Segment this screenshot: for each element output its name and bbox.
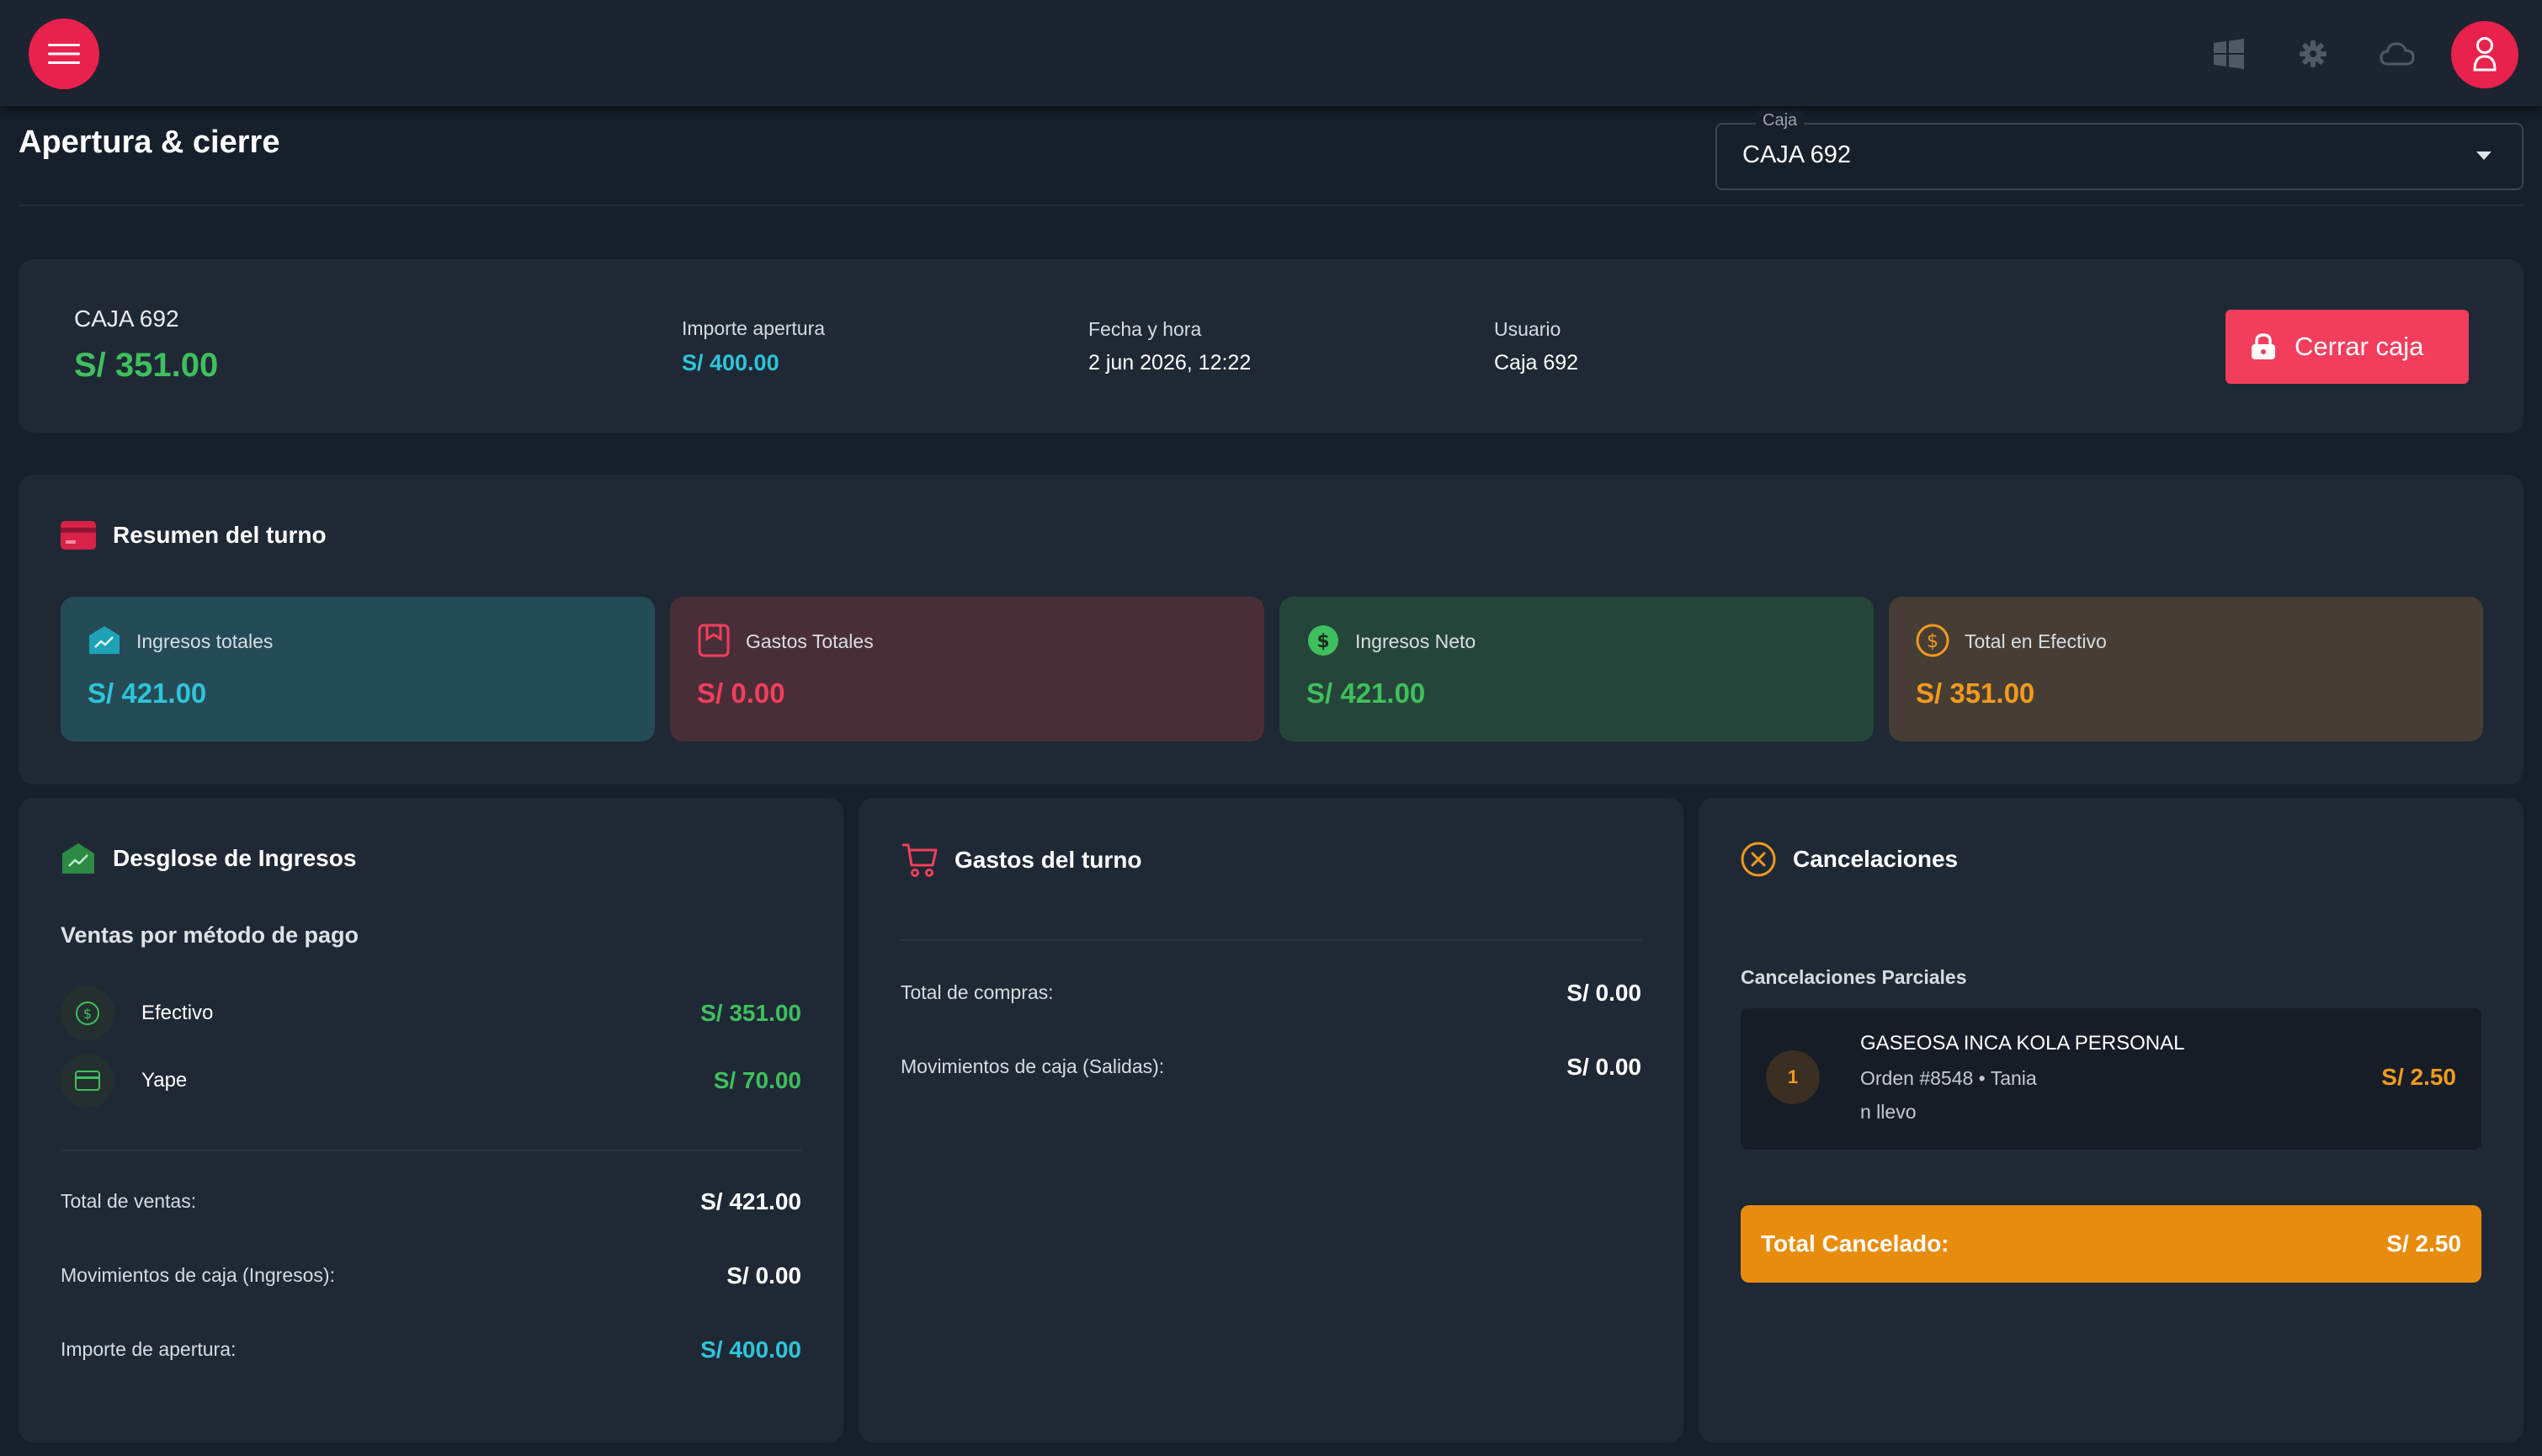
lock-icon xyxy=(2249,332,2278,361)
svg-text:$: $ xyxy=(1316,631,1329,652)
total-cancelado-value: S/ 2.50 xyxy=(2386,1230,2461,1257)
total-ventas-label: Total de ventas: xyxy=(61,1190,197,1212)
item-amount: S/ 2.50 xyxy=(2381,1064,2456,1090)
stat-label: Ingresos Neto xyxy=(1355,630,1476,652)
cancelaciones-header: Cancelaciones xyxy=(1741,842,1958,877)
svg-text:$: $ xyxy=(1927,631,1938,652)
stat-value: S/ 421.00 xyxy=(1306,678,1426,709)
stat-value: S/ 421.00 xyxy=(88,678,207,709)
fecha-value: 2 jun 2026, 12:22 xyxy=(1088,351,1252,375)
windows-icon[interactable] xyxy=(2209,34,2249,74)
card-icon xyxy=(75,1071,100,1091)
ventas-subtitle: Ventas por método de pago xyxy=(61,922,359,948)
caja-name: CAJA 692 xyxy=(74,306,179,332)
qty-badge: 1 xyxy=(1766,1050,1820,1104)
menu-icon xyxy=(48,44,80,64)
divider xyxy=(61,1150,801,1151)
movimientos-ingresos-label: Movimientos de caja (Ingresos): xyxy=(61,1264,335,1286)
method-name: Efectivo xyxy=(141,1002,214,1024)
dollar-circle-outline-icon: $ xyxy=(1914,622,1951,659)
settings-icon[interactable] xyxy=(2293,34,2333,74)
item-note: n llevo xyxy=(1860,1101,1917,1123)
stat-ingresos-neto: $ Ingresos Neto S/ 421.00 xyxy=(1279,597,1874,741)
gastos-header: Gastos del turno xyxy=(901,842,1141,879)
top-bar xyxy=(0,0,2542,108)
stat-label: Gastos Totales xyxy=(746,630,874,652)
stat-value: S/ 0.00 xyxy=(697,678,785,709)
total-cancelado-label: Total Cancelado: xyxy=(1761,1230,1949,1257)
method-value: S/ 351.00 xyxy=(700,1000,801,1026)
method-name: Yape xyxy=(141,1069,188,1092)
item-order: Orden #8548 • Tania xyxy=(1860,1067,2037,1089)
desglose-title: Desglose de Ingresos xyxy=(113,845,357,871)
cerrar-caja-button[interactable]: Cerrar caja xyxy=(2226,310,2469,384)
stat-label: Ingresos totales xyxy=(136,630,274,652)
stat-value: S/ 351.00 xyxy=(1916,678,2035,709)
total-compras-value: S/ 0.00 xyxy=(1566,980,1641,1006)
resumen-header: Resumen del turno xyxy=(61,520,327,550)
importe-apertura-row-value: S/ 400.00 xyxy=(700,1336,801,1363)
stat-label: Total en Efectivo xyxy=(1965,630,2107,652)
caja-select-value[interactable]: CAJA 692 xyxy=(1742,141,1851,169)
movimientos-ingresos-value: S/ 0.00 xyxy=(726,1262,801,1289)
desglose-header: Desglose de Ingresos xyxy=(61,842,356,875)
method-value: S/ 70.00 xyxy=(713,1067,801,1093)
stat-gastos-totales: Gastos Totales S/ 0.00 xyxy=(670,597,1264,741)
item-product: GASEOSA INCA KOLA PERSONAL xyxy=(1860,1032,2185,1055)
resumen-title: Resumen del turno xyxy=(113,522,327,548)
yape-icon-badge xyxy=(61,1054,114,1108)
shopping-cart-icon xyxy=(901,842,938,879)
cancel-circle-icon xyxy=(1741,842,1776,877)
user-icon xyxy=(2473,37,2497,72)
movimientos-salidas-value: S/ 0.00 xyxy=(1566,1054,1641,1080)
trending-up-icon xyxy=(61,842,96,875)
caja-balance: S/ 351.00 xyxy=(74,347,219,384)
menu-button[interactable] xyxy=(29,19,99,89)
chevron-down-icon[interactable] xyxy=(2476,151,2491,160)
usuario-value: Caja 692 xyxy=(1494,351,1579,375)
trending-up-icon xyxy=(86,622,123,659)
dollar-circle-outline-icon: $ xyxy=(76,1002,99,1025)
fecha-label: Fecha y hora xyxy=(1088,318,1202,340)
divider xyxy=(19,205,2523,206)
page-title: Apertura & cierre xyxy=(19,125,280,160)
caja-info-card xyxy=(19,259,2523,433)
cloud-icon[interactable] xyxy=(2377,34,2417,74)
efectivo-icon-badge: $ xyxy=(61,986,114,1040)
receipt-icon xyxy=(695,622,732,659)
importe-apertura-label: Importe apertura xyxy=(682,317,826,339)
dollar-circle-icon: $ xyxy=(1305,622,1342,659)
total-compras-label: Total de compras: xyxy=(901,981,1054,1003)
svg-text:$: $ xyxy=(83,1006,92,1022)
movimientos-salidas-label: Movimientos de caja (Salidas): xyxy=(901,1055,1165,1077)
credit-card-icon xyxy=(61,520,96,550)
cancelaciones-subtitle: Cancelaciones Parciales xyxy=(1741,966,1967,988)
user-avatar-button[interactable] xyxy=(2451,21,2518,88)
cerrar-caja-label: Cerrar caja xyxy=(2295,332,2424,361)
stat-total-efectivo: $ Total en Efectivo S/ 351.00 xyxy=(1889,597,2483,741)
importe-apertura-value: S/ 400.00 xyxy=(682,350,779,375)
caja-select-label: Caja xyxy=(1756,111,1805,130)
gastos-card xyxy=(859,798,1683,1443)
gastos-title: Gastos del turno xyxy=(955,847,1142,873)
divider xyxy=(901,939,1641,941)
total-ventas-value: S/ 421.00 xyxy=(700,1188,801,1214)
importe-apertura-row-label: Importe de apertura: xyxy=(61,1338,237,1360)
cancelaciones-title: Cancelaciones xyxy=(1793,846,1959,872)
usuario-label: Usuario xyxy=(1494,318,1561,340)
stat-ingresos-totales: Ingresos totales S/ 421.00 xyxy=(61,597,655,741)
